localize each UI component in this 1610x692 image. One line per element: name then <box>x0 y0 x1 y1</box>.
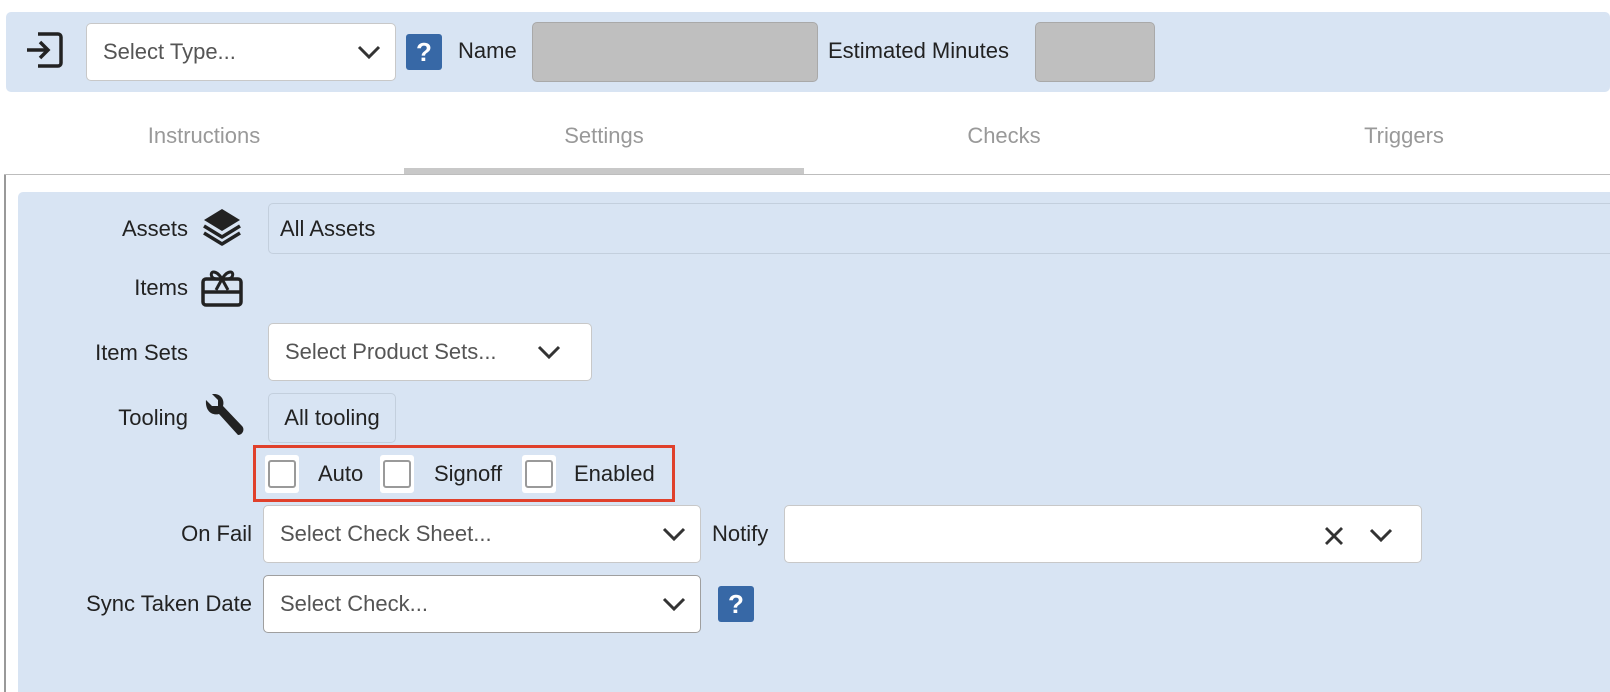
notify-label: Notify <box>712 521 769 546</box>
enabled-checkbox[interactable] <box>525 460 553 488</box>
auto-checkbox-wrap <box>265 455 299 493</box>
auto-checkbox[interactable] <box>268 460 296 488</box>
notify-select[interactable] <box>784 505 1422 563</box>
tooling-value: All tooling <box>284 405 380 430</box>
tab-triggers[interactable]: Triggers <box>1204 118 1604 170</box>
enabled-checkbox-wrap <box>522 455 556 493</box>
left-border <box>4 175 6 692</box>
wrench-icon <box>198 393 246 442</box>
tab-instructions[interactable]: Instructions <box>4 118 404 170</box>
assets-value: All Assets <box>280 215 376 241</box>
signoff-checkbox[interactable] <box>383 460 411 488</box>
tooling-label: Tooling <box>118 405 188 430</box>
chevron-down-icon <box>662 597 686 611</box>
exit-icon[interactable] <box>24 30 64 70</box>
assets-field[interactable]: All Assets <box>268 203 1610 254</box>
item-sets-select[interactable]: Select Product Sets... <box>268 323 592 381</box>
signoff-checkbox-wrap <box>380 455 414 493</box>
item-sets-label: Item Sets <box>95 340 188 365</box>
tab-settings[interactable]: Settings <box>404 118 804 170</box>
tabs-divider <box>4 174 1610 175</box>
chevron-down-icon <box>357 45 381 59</box>
items-label: Items <box>134 275 188 300</box>
signoff-label: Signoff <box>434 461 503 486</box>
sync-help-button[interactable]: ? <box>718 586 754 622</box>
tooling-field[interactable]: All tooling <box>268 393 396 443</box>
type-help-button[interactable]: ? <box>406 34 442 70</box>
on-fail-select[interactable]: Select Check Sheet... <box>263 505 701 563</box>
gift-card-icon[interactable] <box>200 266 244 308</box>
tab-checks[interactable]: Checks <box>804 118 1204 170</box>
sync-taken-date-label: Sync Taken Date <box>86 591 252 616</box>
clear-icon[interactable] <box>1323 525 1345 547</box>
enabled-label: Enabled <box>574 461 655 486</box>
estimated-minutes-input[interactable] <box>1035 22 1155 82</box>
sync-taken-date-select[interactable]: Select Check... <box>263 575 701 633</box>
on-fail-label: On Fail <box>181 521 252 546</box>
type-select[interactable]: Select Type... <box>86 23 396 81</box>
chevron-down-icon[interactable] <box>1369 528 1393 542</box>
name-input[interactable] <box>532 22 818 82</box>
assets-label: Assets <box>121 216 188 241</box>
layers-icon <box>200 206 244 250</box>
estimated-minutes-label: Estimated Minutes <box>828 38 1009 63</box>
item-sets-placeholder: Select Product Sets... <box>285 339 497 364</box>
sync-taken-date-placeholder: Select Check... <box>280 591 428 616</box>
settings-panel <box>18 192 1610 692</box>
name-label: Name <box>458 38 517 63</box>
auto-label: Auto <box>318 461 364 486</box>
type-select-placeholder: Select Type... <box>103 39 236 64</box>
on-fail-placeholder: Select Check Sheet... <box>280 521 492 546</box>
chevron-down-icon <box>662 527 686 541</box>
chevron-down-icon <box>537 345 561 359</box>
